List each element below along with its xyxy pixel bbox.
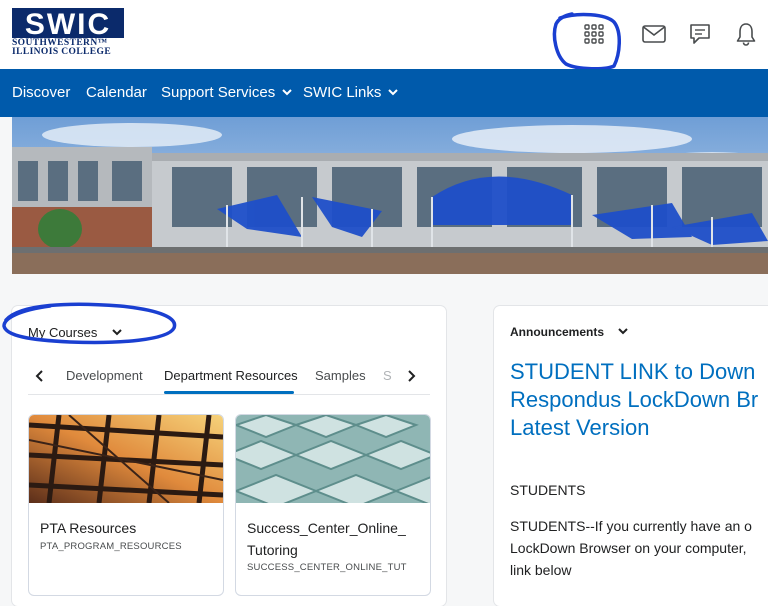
headline-line-2: Respondus LockDown Br bbox=[510, 387, 759, 412]
headline-line-3: Latest Version bbox=[510, 415, 650, 440]
apps-grid-icon[interactable] bbox=[580, 20, 608, 48]
chevron-left-icon[interactable] bbox=[34, 368, 46, 384]
main-navbar: Discover Calendar Support Services SWIC … bbox=[0, 69, 768, 117]
chevron-down-icon bbox=[618, 328, 629, 335]
swic-logo-mark: SWIC bbox=[12, 8, 124, 41]
swic-logo[interactable]: SWIC SOUTHWESTERN™ ILLINOIS COLLEGE bbox=[12, 8, 130, 60]
announcement-body-heading: STUDENTS bbox=[510, 482, 586, 498]
course-tile-pta-resources[interactable]: PTA Resources PTA_PROGRAM_RESOURCES bbox=[28, 414, 224, 596]
course-code: PTA_PROGRAM_RESOURCES bbox=[40, 541, 182, 552]
course-image-pta bbox=[29, 415, 223, 504]
bell-icon[interactable] bbox=[732, 20, 760, 48]
body-line-3: link below bbox=[510, 562, 572, 578]
body-line-1: STUDENTS--If you currently have an o bbox=[510, 518, 752, 534]
tab-department-resources[interactable]: Department Resources bbox=[164, 368, 298, 383]
chat-icon[interactable] bbox=[686, 20, 714, 48]
tab-overflow[interactable]: S bbox=[383, 368, 392, 383]
logo-line-2: ILLINOIS COLLEGE bbox=[12, 47, 112, 57]
announcements-title: Announcements bbox=[510, 325, 605, 339]
logo-abbrev: SWIC bbox=[25, 8, 111, 38]
my-courses-header[interactable]: My Courses bbox=[28, 325, 123, 340]
course-code: SUCCESS_CENTER_ONLINE_TUT bbox=[247, 562, 407, 573]
nav-calendar[interactable]: Calendar bbox=[86, 83, 147, 103]
nav-swic-links-label: SWIC Links bbox=[303, 84, 382, 101]
nav-support-services-label: Support Services bbox=[161, 84, 276, 101]
announcement-body: STUDENTS--If you currently have an o Loc… bbox=[510, 515, 752, 581]
announcement-headline-link[interactable]: STUDENT LINK to Down Respondus LockDown … bbox=[510, 358, 758, 442]
course-name-line-2: Tutoring bbox=[247, 542, 298, 558]
nav-discover[interactable]: Discover bbox=[12, 83, 70, 103]
chevron-down-icon bbox=[112, 329, 122, 336]
chevron-down-icon bbox=[282, 89, 292, 96]
my-courses-title: My Courses bbox=[28, 325, 98, 340]
chevron-right-icon[interactable] bbox=[405, 368, 417, 384]
course-tile-success-center[interactable]: Success_Center_Online_ Tutoring SUCCESS_… bbox=[235, 414, 431, 596]
logo-subtitle: SOUTHWESTERN™ ILLINOIS COLLEGE bbox=[12, 38, 112, 57]
body-line-2: LockDown Browser on your computer, bbox=[510, 540, 747, 556]
headline-line-1: STUDENT LINK to Down bbox=[510, 359, 756, 384]
course-image-success-center bbox=[236, 415, 430, 509]
course-name: Success_Center_Online_ Tutoring bbox=[247, 517, 406, 561]
tab-samples[interactable]: Samples bbox=[315, 368, 366, 383]
course-name-line-1: Success_Center_Online_ bbox=[247, 520, 406, 536]
campus-banner-image bbox=[12, 117, 768, 274]
mail-icon[interactable] bbox=[640, 20, 668, 48]
chevron-down-icon bbox=[388, 89, 399, 96]
nav-swic-links[interactable]: SWIC Links bbox=[303, 83, 399, 103]
tab-development[interactable]: Development bbox=[66, 368, 143, 383]
nav-support-services[interactable]: Support Services bbox=[161, 83, 293, 103]
announcements-header[interactable]: Announcements bbox=[510, 325, 629, 339]
top-header: SWIC SOUTHWESTERN™ ILLINOIS COLLEGE bbox=[0, 0, 768, 69]
tabs-divider bbox=[28, 394, 430, 395]
course-name: PTA Resources bbox=[40, 520, 137, 536]
